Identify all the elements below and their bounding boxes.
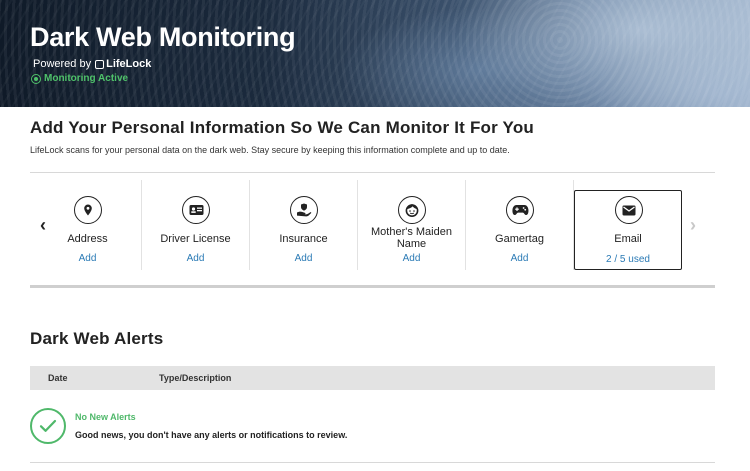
hero-background-texture bbox=[0, 0, 750, 107]
monitoring-status-text: Monitoring Active bbox=[44, 73, 129, 84]
personal-info-carousel: ‹ Address Add Driver License Add Insuran… bbox=[30, 180, 715, 275]
insurance-hand-icon bbox=[290, 196, 318, 224]
carousel-next-button[interactable]: › bbox=[690, 216, 696, 234]
tile-add-link[interactable]: Add bbox=[142, 253, 249, 264]
tile-add-link[interactable]: Add bbox=[466, 253, 573, 264]
tile-mothers-maiden-name[interactable]: Mother's Maiden Name Add bbox=[358, 180, 466, 270]
gamepad-icon bbox=[506, 196, 534, 224]
powered-by-label: Powered by bbox=[33, 58, 92, 70]
tile-label: Driver License bbox=[160, 233, 231, 245]
face-icon bbox=[398, 196, 426, 224]
alerts-table-header: Date Type/Description bbox=[30, 366, 715, 390]
monitoring-status: Monitoring Active bbox=[31, 73, 128, 84]
personal-info-title: Add Your Personal Information So We Can … bbox=[30, 118, 534, 137]
hero-banner: Dark Web Monitoring Powered by LifeLock … bbox=[0, 0, 750, 107]
powered-by: Powered by LifeLock bbox=[33, 58, 151, 70]
tile-email[interactable]: Email 2 / 5 used bbox=[574, 190, 682, 270]
location-pin-icon bbox=[74, 196, 102, 224]
page-title: Dark Web Monitoring bbox=[30, 22, 296, 52]
status-dot-icon bbox=[31, 73, 41, 84]
tile-insurance[interactable]: Insurance Add bbox=[250, 180, 358, 270]
tile-gamertag[interactable]: Gamertag Add bbox=[466, 180, 574, 270]
alerts-title: Dark Web Alerts bbox=[30, 329, 164, 348]
tile-usage-link[interactable]: 2 / 5 used bbox=[575, 254, 681, 265]
tile-label: Mother's Maiden Name bbox=[371, 226, 452, 250]
tile-label: Gamertag bbox=[495, 233, 544, 245]
tile-add-link[interactable]: Add bbox=[358, 253, 465, 264]
lifelock-brand: LifeLock bbox=[106, 58, 152, 70]
no-alerts-message: No New Alerts Good news, you don't have … bbox=[30, 407, 715, 447]
tile-add-link[interactable]: Add bbox=[34, 253, 141, 264]
tile-address[interactable]: Address Add bbox=[34, 180, 142, 270]
envelope-icon bbox=[615, 196, 643, 224]
column-header-type[interactable]: Type/Description bbox=[159, 373, 231, 383]
tile-label: Email bbox=[614, 233, 642, 245]
divider bbox=[30, 172, 715, 173]
lifelock-lock-icon bbox=[95, 59, 105, 69]
section-divider bbox=[30, 285, 715, 288]
tile-add-link[interactable]: Add bbox=[250, 253, 357, 264]
tile-label: Insurance bbox=[279, 233, 328, 245]
lifelock-logo: LifeLock bbox=[95, 58, 151, 70]
no-alerts-title: No New Alerts bbox=[75, 412, 136, 422]
personal-info-description: LifeLock scans for your personal data on… bbox=[30, 145, 510, 155]
checkmark-icon bbox=[30, 408, 66, 444]
no-alerts-text: Good news, you don't have any alerts or … bbox=[75, 430, 348, 440]
divider bbox=[30, 462, 715, 463]
id-card-icon bbox=[182, 196, 210, 224]
tile-driver-license[interactable]: Driver License Add bbox=[142, 180, 250, 270]
tile-label: Address bbox=[67, 233, 108, 245]
column-header-date[interactable]: Date bbox=[48, 373, 68, 383]
